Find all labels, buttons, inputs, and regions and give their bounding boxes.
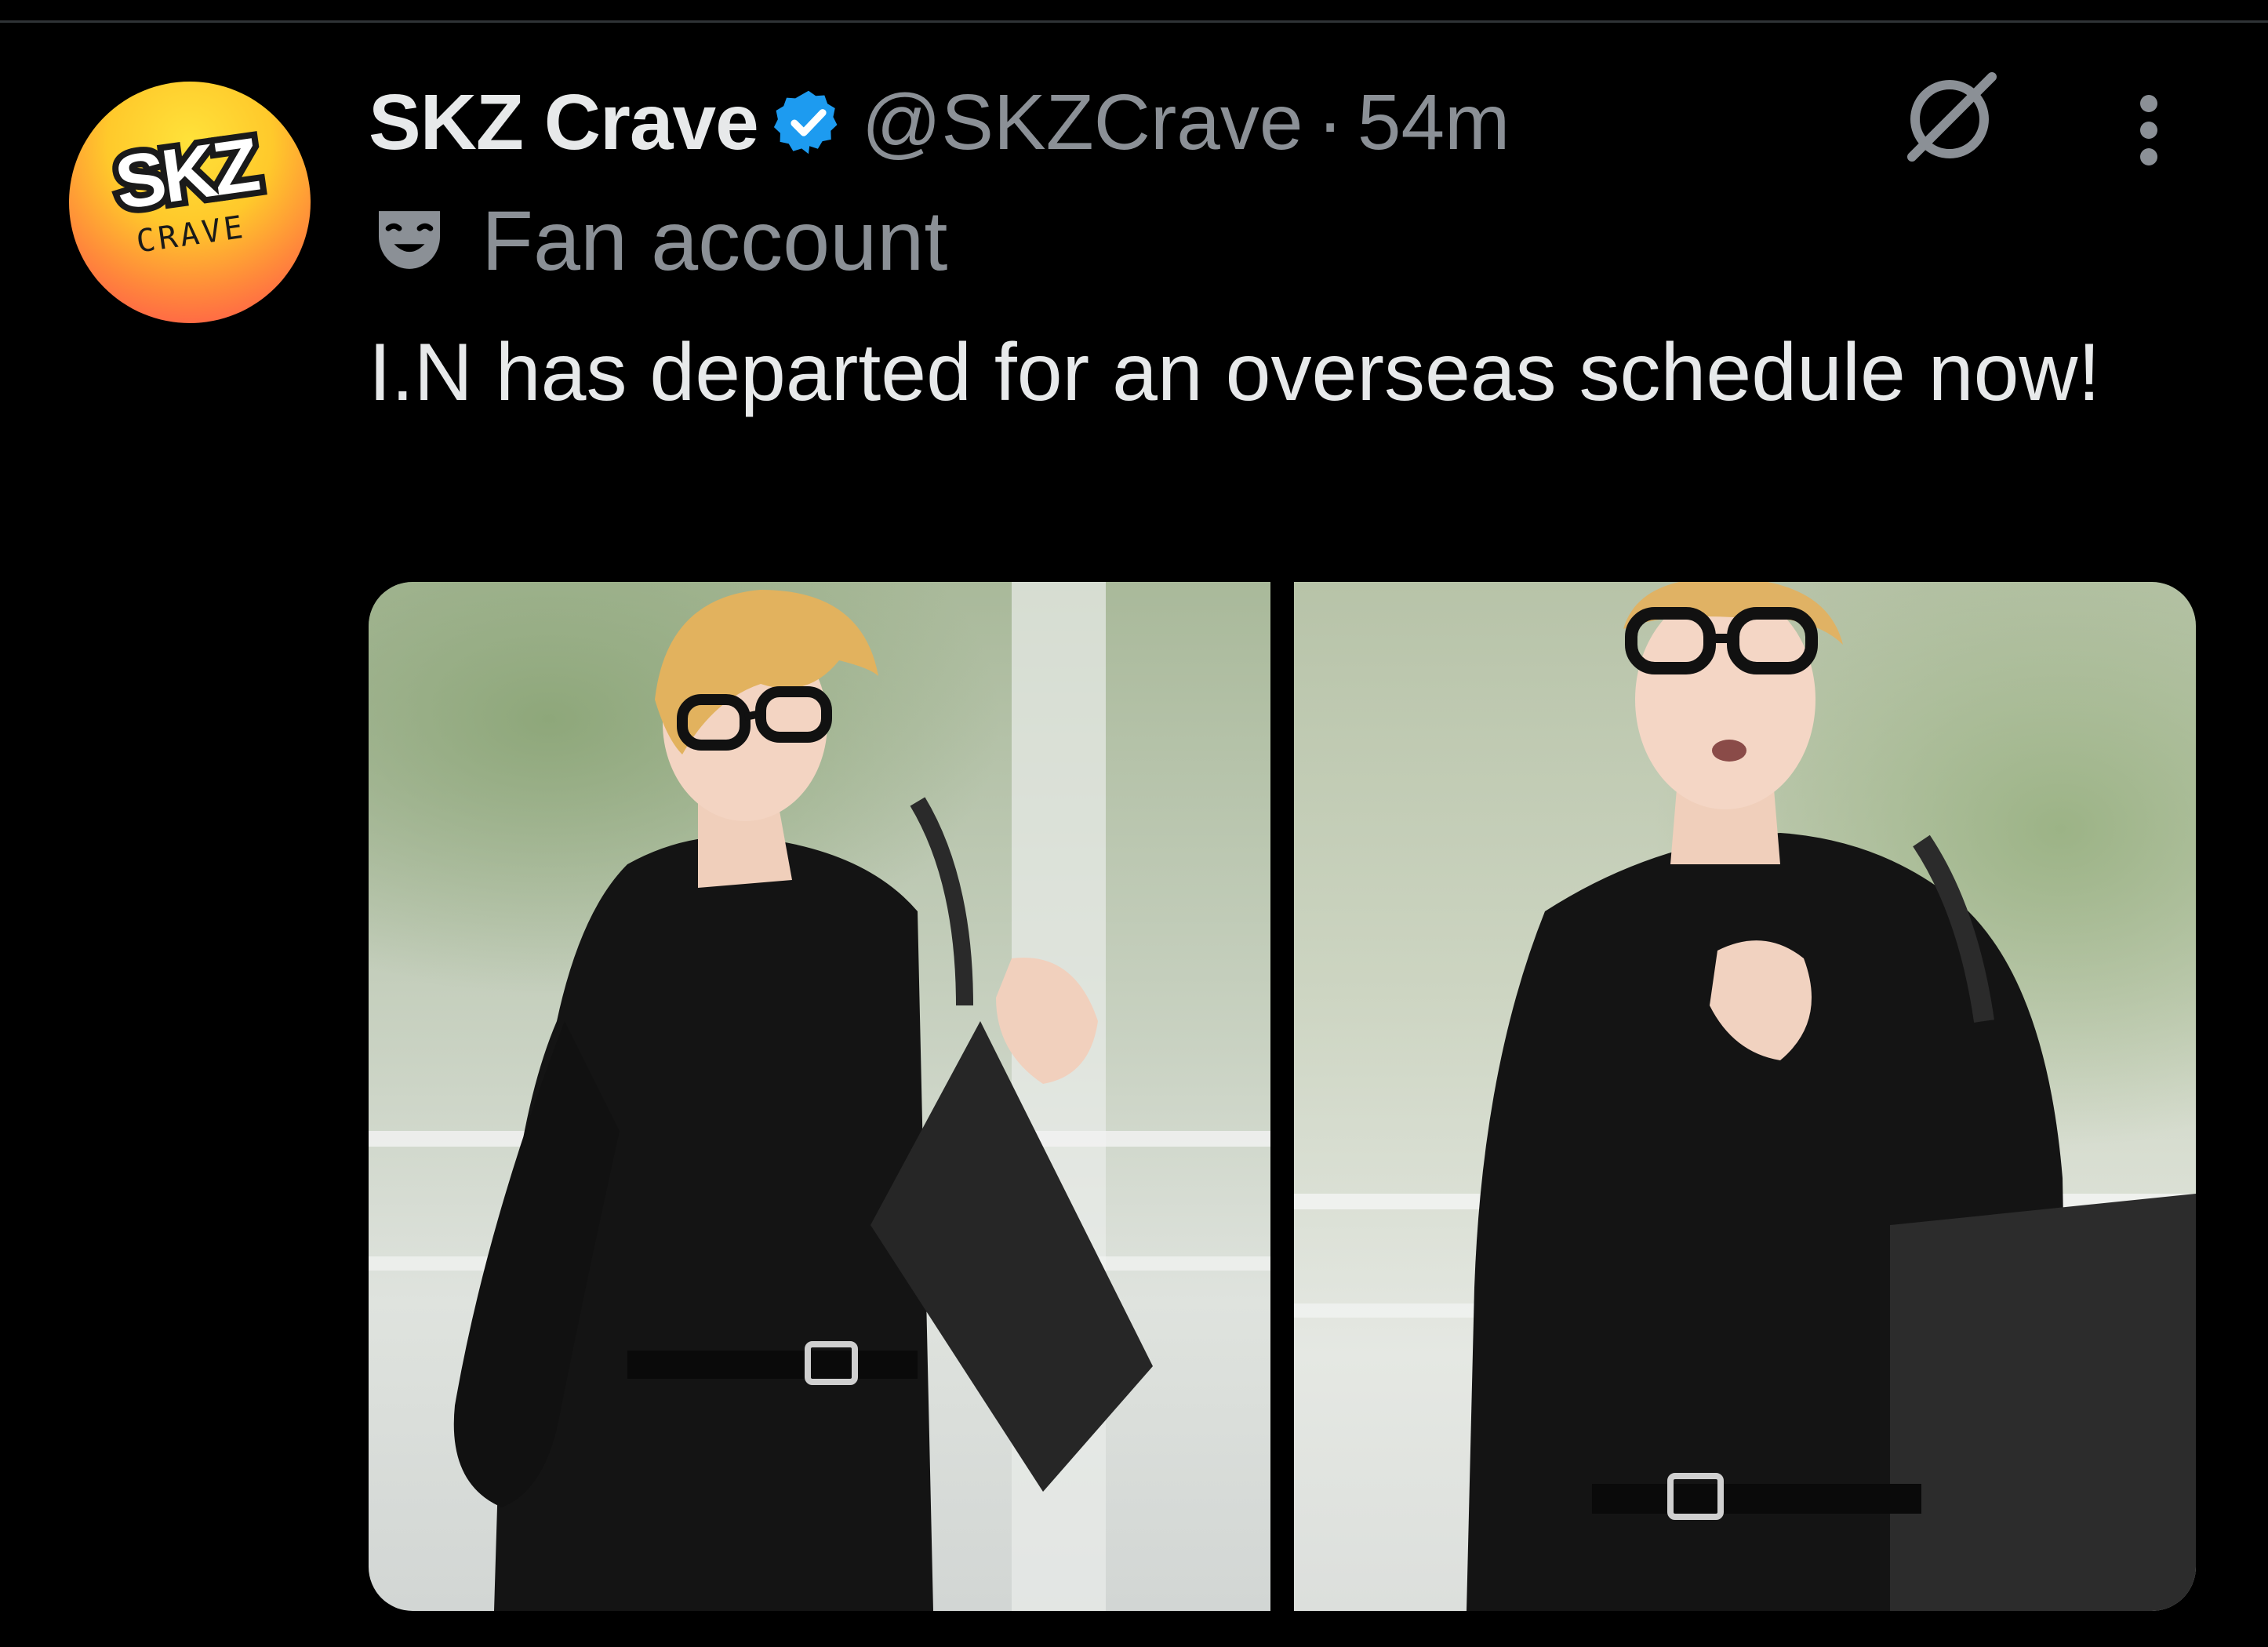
photo-2[interactable] bbox=[1294, 582, 2196, 1611]
grok-icon[interactable] bbox=[1896, 63, 2006, 173]
account-label: Fan account bbox=[369, 192, 948, 288]
timestamp[interactable]: 54m bbox=[1358, 78, 1510, 168]
top-divider bbox=[0, 20, 2268, 23]
fan-account-label: Fan account bbox=[482, 192, 948, 288]
display-name[interactable]: SKZ Crave bbox=[369, 78, 759, 168]
mask-icon bbox=[369, 199, 450, 281]
more-options-icon[interactable] bbox=[2117, 86, 2180, 173]
tweet-header: SKZ Crave @SKZCrave · 54m bbox=[369, 75, 1510, 169]
photo-1[interactable] bbox=[369, 582, 1270, 1611]
verified-badge-icon[interactable] bbox=[772, 86, 845, 158]
handle[interactable]: @SKZCrave bbox=[862, 78, 1303, 168]
avatar[interactable]: SKZ CRAVE bbox=[69, 82, 311, 323]
media-grid bbox=[369, 582, 2196, 1611]
tweet-text: I.N has departed for an overseas schedul… bbox=[369, 327, 2101, 418]
header-separator: · bbox=[1317, 78, 1343, 166]
avatar-logo: SKZ CRAVE bbox=[104, 116, 268, 260]
